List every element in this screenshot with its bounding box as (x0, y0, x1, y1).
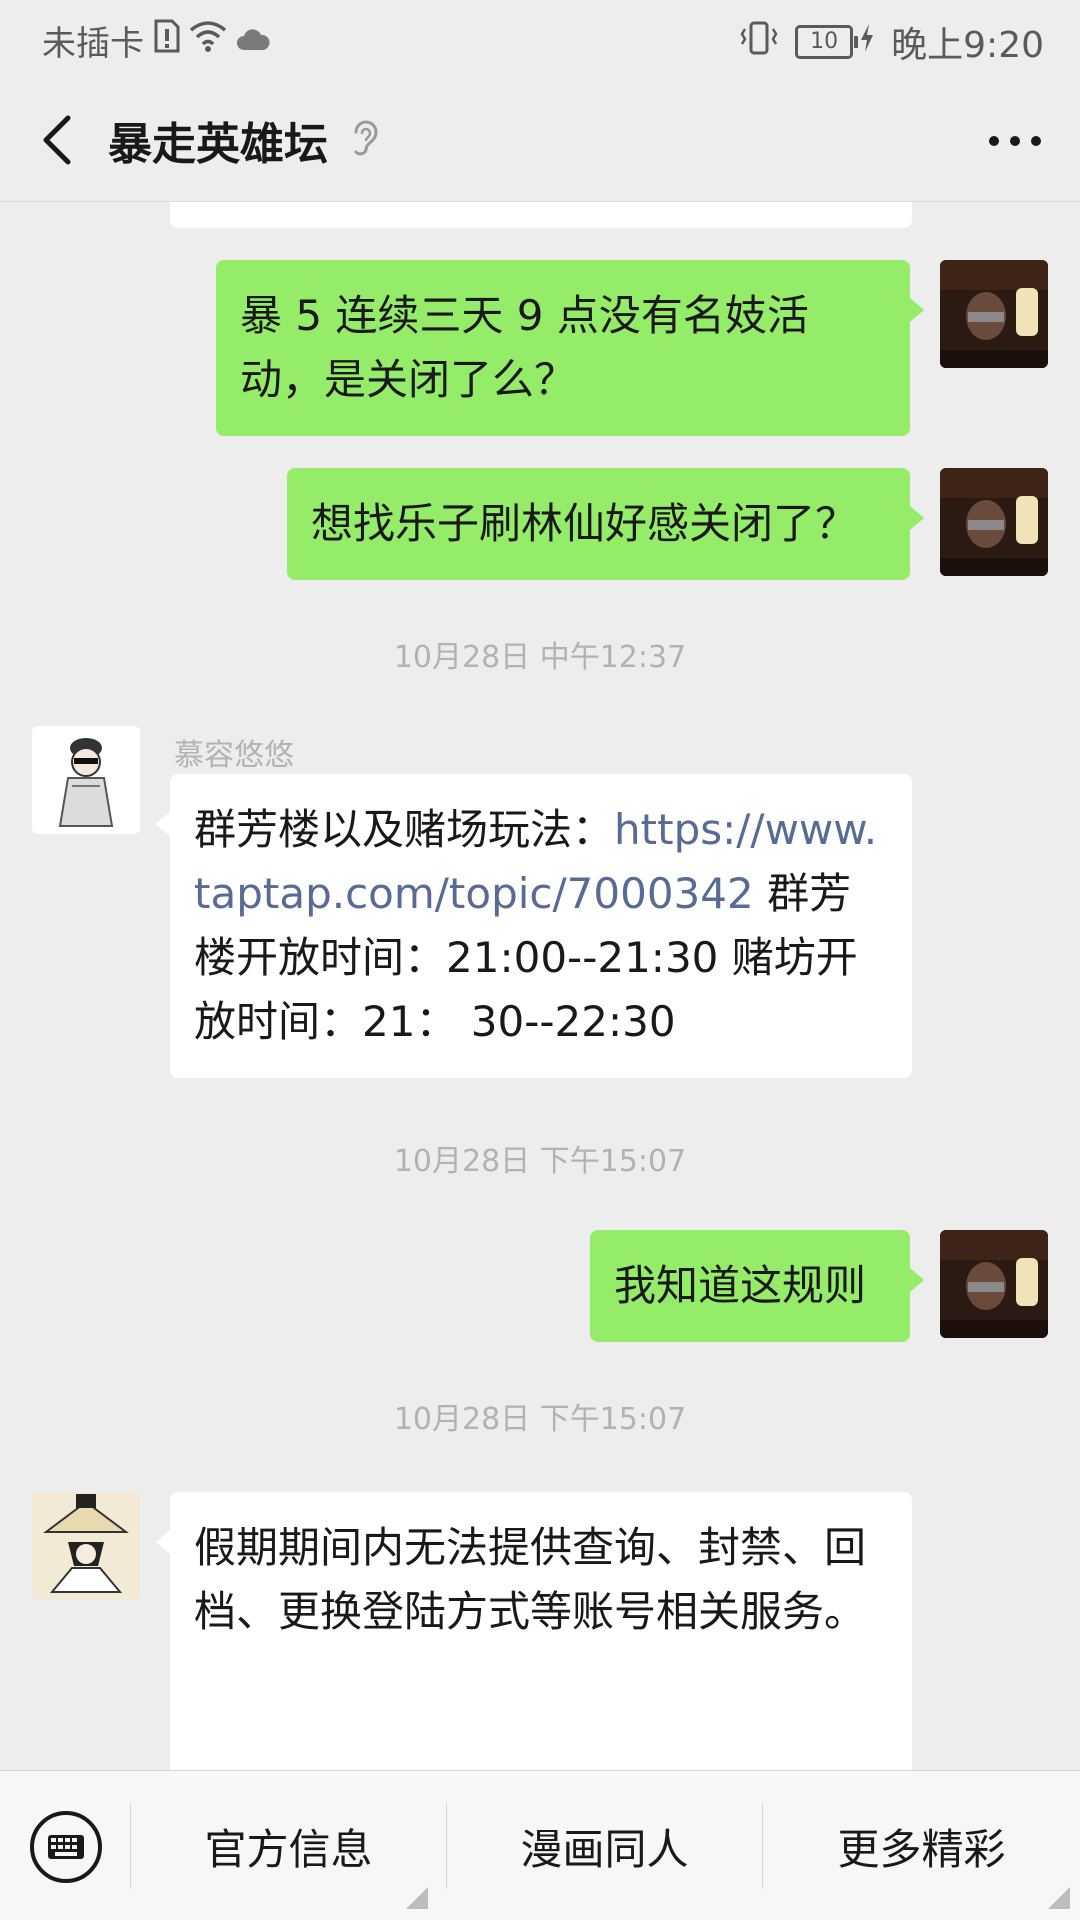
battery-indicator: 10 (795, 25, 859, 59)
chevron-left-icon (43, 115, 71, 165)
message-text: 我知道这规则 (614, 1261, 867, 1310)
menu-label: 更多精彩 (837, 1824, 1006, 1874)
my-avatar[interactable] (940, 468, 1048, 576)
message-timestamp: 10月28日 中午12:37 (393, 640, 687, 675)
message-text: 暴 5 连续三天 9 点没有名妓活动，是关闭了么？ (240, 291, 809, 404)
message-timestamp: 10月28日 下午15:07 (393, 1144, 687, 1179)
vibrate-icon (739, 21, 779, 64)
message-text: 群芳楼以及赌场玩法： (194, 805, 615, 854)
my-avatar[interactable] (940, 260, 1048, 368)
menu-comics[interactable]: 漫画同人 (447, 1771, 762, 1920)
keyboard-toggle-button[interactable] (28, 1809, 104, 1885)
back-button[interactable] (32, 106, 92, 170)
menu-official-info[interactable]: 官方信息 (131, 1771, 446, 1920)
status-bar: 未插卡 10 晚上9:20 (0, 0, 1080, 76)
submenu-indicator-icon (406, 1887, 428, 1909)
cloud-icon (236, 21, 270, 61)
message-text: 想找乐子刷林仙好感关闭了？ (311, 499, 858, 548)
my-avatar[interactable] (940, 1230, 1048, 1338)
wifi-icon (188, 20, 228, 61)
sender-avatar[interactable] (32, 1492, 140, 1600)
service-menu-bar: 官方信息 漫画同人 更多精彩 (0, 1770, 1080, 1920)
menu-label: 官方信息 (204, 1824, 373, 1874)
sender-name: 慕容悠悠 (174, 738, 294, 773)
carrier-label: 未插卡 (42, 24, 144, 64)
clock: 晚上9:20 (891, 25, 1044, 66)
status-right: 10 晚上9:20 (739, 16, 1044, 68)
sent-message-bubble[interactable]: 我知道这规则 (590, 1230, 924, 1342)
ear-icon (350, 116, 380, 164)
sent-message-bubble[interactable]: 想找乐子刷林仙好感关闭了？ (287, 468, 924, 580)
message-list[interactable]: 暴 5 连续三天 9 点没有名妓活动，是关闭了么？ 想找乐子刷林仙好感关闭了？ (0, 202, 1080, 1770)
keyboard-icon (30, 1811, 102, 1883)
more-options-button[interactable] (980, 116, 1050, 166)
sim-alert-icon (154, 19, 180, 62)
received-message-bubble[interactable]: 群芳楼以及赌场玩法：https://www.taptap.com/topic/7… (156, 774, 912, 1078)
page-title: 暴走英雄坛 (108, 119, 328, 170)
sender-avatar[interactable] (32, 726, 140, 834)
sent-message-bubble[interactable]: 暴 5 连续三天 9 点没有名妓活动，是关闭了么？ (216, 260, 924, 436)
message-bubble-partial[interactable] (170, 202, 912, 228)
message-timestamp: 10月28日 下午15:07 (393, 1402, 687, 1437)
status-left: 未插卡 (42, 16, 278, 65)
received-message-bubble[interactable]: 假期期间内无法提供查询、封禁、回档、更换登陆方式等账号相关服务。 (156, 1492, 912, 1770)
menu-label: 漫画同人 (520, 1824, 689, 1874)
charging-icon (859, 22, 875, 62)
message-text: 假期期间内无法提供查询、封禁、回档、更换登陆方式等账号相关服务。 (194, 1523, 867, 1636)
chat-header: 暴走英雄坛 (0, 76, 1080, 202)
wechat-chat-screen: 未插卡 10 晚上9:20 暴走英雄坛 暴 5 连续三天 9 点没有名妓活动，是… (0, 0, 1080, 1920)
menu-more[interactable]: 更多精彩 (763, 1771, 1080, 1920)
submenu-indicator-icon (1048, 1887, 1070, 1909)
more-icon (989, 136, 1041, 146)
